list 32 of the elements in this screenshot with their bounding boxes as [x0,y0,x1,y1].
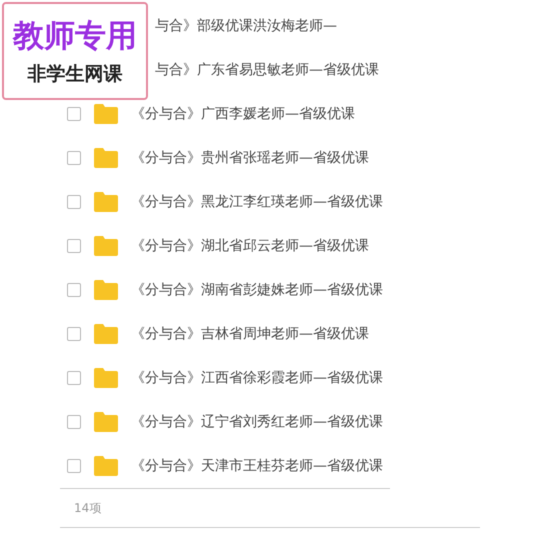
item-count: 14项 [74,501,102,515]
checkbox[interactable] [67,459,81,473]
checkbox[interactable] [67,327,81,341]
file-name[interactable]: 《分与合》吉林省周坤老师—省级优课 [131,325,369,343]
folder-icon [94,368,118,388]
file-name[interactable]: 《分与合》贵州省张瑶老师—省级优课 [131,149,369,167]
file-name[interactable]: 《分与合》黑龙江李红瑛老师—省级优课 [131,193,383,211]
folder-icon [94,192,118,212]
file-name[interactable]: 《分与合》辽宁省刘秀红老师—省级优课 [131,413,383,431]
file-name[interactable]: 《分与合》湖南省彭婕姝老师—省级优课 [131,281,383,299]
folder-icon [94,148,118,168]
checkbox[interactable] [67,239,81,253]
stamp-subtitle: 非学生网课 [28,62,122,87]
folder-icon [94,324,118,344]
folder-icon [94,236,118,256]
file-name[interactable]: 《分与合》广西李媛老师—省级优课 [131,105,355,123]
file-name[interactable]: 《分与合》湖北省邱云老师—省级优课 [131,237,369,255]
checkbox[interactable] [67,415,81,429]
folder-icon [94,104,118,124]
checkbox[interactable] [67,371,81,385]
file-name[interactable]: 《分与合》天津市王桂芬老师—省级优课 [131,457,383,475]
folder-icon [94,412,118,432]
checkbox[interactable] [67,107,81,121]
folder-icon [94,280,118,300]
file-name[interactable]: 《分与合》江西省徐彩霞老师—省级优课 [131,369,383,387]
folder-icon [94,456,118,476]
file-name[interactable]: 与合》广东省易思敏老师—省级优课 [155,61,379,79]
file-name[interactable]: 与合》部级优课洪汝梅老师— [155,17,337,35]
stamp-title: 教师专用 [13,17,137,56]
checkbox[interactable] [67,195,81,209]
checkbox[interactable] [67,283,81,297]
checkbox[interactable] [67,151,81,165]
